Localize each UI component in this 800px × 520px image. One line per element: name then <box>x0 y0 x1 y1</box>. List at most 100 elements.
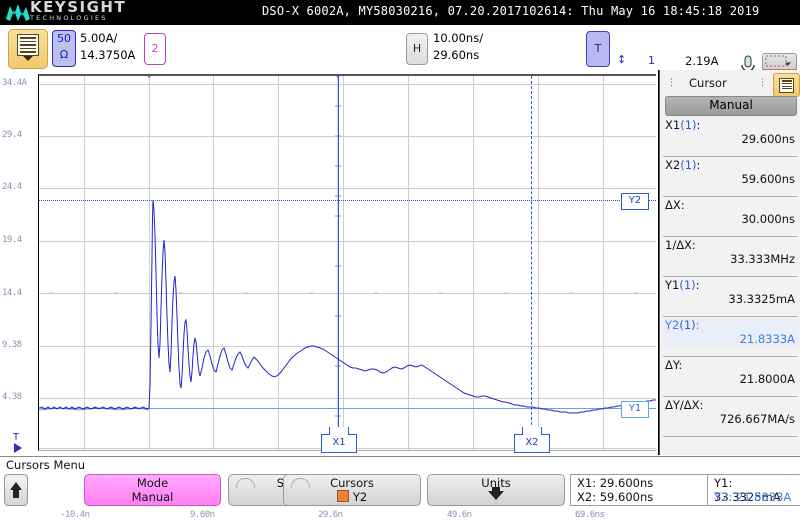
cursor-row-y2-value: 21.8333A <box>663 332 799 346</box>
cursor-x1-flag[interactable]: X1 <box>321 434 357 453</box>
horizontal-button[interactable]: H <box>406 33 428 65</box>
y-tick-2: 24.4 <box>2 182 22 192</box>
cursor-row-y2-label: Y2(1): <box>663 318 799 332</box>
hamburger-menu-icon <box>17 34 39 56</box>
cursor-row-x2-label: X2(1): <box>663 158 799 172</box>
divider-1 <box>663 156 797 157</box>
cursor-row-y2: Y2(1): 21.8333A <box>663 318 799 346</box>
cursor-color-swatch-icon <box>337 490 349 502</box>
cursor-row-x2: X2(1): 59.600ns <box>663 158 799 186</box>
drag-grip-icon-right[interactable]: ⋮ <box>758 78 768 88</box>
trigger-source-value: 1 <box>648 54 655 67</box>
menu-up-button[interactable] <box>4 474 28 506</box>
cursor-y2-flag[interactable]: Y2 <box>621 193 649 210</box>
cursor-row-dy-value: 21.8000A <box>663 372 799 386</box>
cursor-row-invdx-value: 33.333MHz <box>663 252 799 266</box>
brand-primary: KEYSIGHT <box>30 1 126 14</box>
impedance-value: 50 <box>53 31 75 47</box>
cursor-row-x1-label: X1(1): <box>663 118 799 132</box>
toolbar: 50 Ω 5.00A/ 14.3750A 2 H 10.00ns/ 29.60n… <box>0 25 800 71</box>
channel1-impedance-badge[interactable]: 50 Ω <box>52 30 76 67</box>
oscilloscope-screen: KEYSIGHT TECHNOLOGIES DSO-X 6002A, MY580… <box>0 0 800 506</box>
y-tick-0: 34.4A <box>2 78 27 88</box>
softkey-mode-label: Mode <box>85 476 220 490</box>
softkey-cursors-value-text: Y2 <box>353 490 367 504</box>
readout-x1: X1: 29.600ns <box>577 476 653 490</box>
down-arrow-icon <box>488 491 504 500</box>
cursor-row-slope-value: 726.667MA/s <box>663 412 799 426</box>
vertical-scale: 5.00A/ <box>80 30 135 47</box>
channel2-label: 2 <box>152 42 159 55</box>
cursor-x2-flag[interactable]: X2 <box>514 434 550 453</box>
readout-x-cursors: X1: 29.600ns X2: 59.600ns <box>570 474 709 506</box>
x-tick-0: -10.4n <box>60 510 90 520</box>
y-tick-6: 4.38 <box>2 392 22 402</box>
capture-area-icon <box>763 54 796 69</box>
waveform-trace <box>39 76 656 450</box>
cursor-row-x2-value: 59.600ns <box>663 172 799 186</box>
horizontal-label: H <box>413 42 421 55</box>
plot-area[interactable]: Y2 Y1 <box>38 74 656 451</box>
channel1-scale-readout[interactable]: 5.00A/ 14.3750A <box>80 30 135 64</box>
cursor-row-dx-value: 30.000ns <box>663 212 799 226</box>
cursor-row-x1-value: 29.600ns <box>663 132 799 146</box>
cursor-row-y1-value: 33.3325mA <box>663 292 799 306</box>
channel2-badge[interactable]: 2 <box>144 33 166 65</box>
up-arrow-stem <box>13 490 19 498</box>
cursor-row-y1-label: Y1(1): <box>663 278 799 292</box>
divider-3 <box>663 236 797 237</box>
updown-arrow-icon: ↕ <box>617 53 626 66</box>
divider-2 <box>663 196 797 197</box>
trigger-label: T <box>595 42 602 55</box>
trigger-button[interactable]: T <box>586 31 610 67</box>
cursor-row-dy-label: ΔY: <box>663 358 799 372</box>
cursor-row-slope-label: ΔY/ΔX: <box>663 398 799 412</box>
cursor-row-dx-label: ΔX: <box>663 198 799 212</box>
cursor-y1-flag[interactable]: Y1 <box>621 401 649 418</box>
y-tick-1: 29.4 <box>2 130 22 140</box>
drag-grip-icon-left[interactable]: ⋮ <box>667 78 677 88</box>
instrument-info: DSO-X 6002A, MY58030216, 07.20.201710261… <box>262 4 759 18</box>
brand-text: KEYSIGHT TECHNOLOGIES <box>30 1 126 22</box>
softkey-mode[interactable]: Mode Manual <box>84 474 221 506</box>
cursor-row-invdx-label: 1/ΔX: <box>663 238 799 252</box>
readout-y-cursors: Y1: 33.3325mA Y2: 21.8333A <box>707 474 800 506</box>
impedance-unit: Ω <box>53 47 75 63</box>
timebase-delay: 29.60ns <box>433 47 483 64</box>
cursor-row-slope: ΔY/ΔX: 726.667MA/s <box>663 398 799 426</box>
x-tick-2: 29.6n <box>318 510 343 520</box>
bottom-menu-bar: Cursors Menu Mode Manual Source 1 <box>0 456 800 507</box>
y-tick-5: 9.38 <box>2 340 22 350</box>
cursor-panel-title: Cursor <box>689 76 727 90</box>
x-tick-3: 49.6n <box>447 510 472 520</box>
divider-4 <box>663 276 797 277</box>
main-menu-button[interactable] <box>8 29 48 69</box>
timebase-scale: 10.00ns/ <box>433 30 483 47</box>
title-bar: KEYSIGHT TECHNOLOGIES DSO-X 6002A, MY580… <box>0 0 800 25</box>
vertical-offset: 14.3750A <box>80 47 135 64</box>
trigger-level-marker-label: T <box>13 432 19 443</box>
divider-5 <box>663 316 797 317</box>
cursor-row-invdx: 1/ΔX: 33.333MHz <box>663 238 799 266</box>
softkey-units[interactable]: Units <box>427 474 565 506</box>
cursor-row-dx: ΔX: 30.000ns <box>663 198 799 226</box>
readout-y2: Y2: 21.8333A <box>714 490 791 504</box>
cursor-row-x1: X1(1): 29.600ns <box>663 118 799 146</box>
waveform-display[interactable]: 34.4A 29.4 24.4 19.4 14.4 9.38 4.38 -10.… <box>0 70 659 455</box>
divider-6 <box>663 356 797 357</box>
divider-8 <box>663 436 797 437</box>
cursor-panel-header: ⋮ Cursor ⋮ <box>663 72 798 94</box>
panel-menu-icon[interactable] <box>773 73 800 97</box>
cursor-mode-button[interactable]: Manual <box>665 96 797 116</box>
chevron-down-icon <box>23 56 33 61</box>
trigger-level-marker-icon <box>14 443 22 453</box>
softkey-cursors[interactable]: Cursors Y2 <box>283 474 421 506</box>
up-arrow-icon <box>10 482 22 490</box>
cursor-row-dy: ΔY: 21.8000A <box>663 358 799 386</box>
y-tick-3: 19.4 <box>2 235 22 245</box>
x-tick-1: 9.60n <box>190 510 215 520</box>
timebase-readout[interactable]: 10.00ns/ 29.60ns <box>433 30 483 64</box>
menu-title: Cursors Menu <box>6 458 85 472</box>
readout-x2: X2: 59.600ns <box>577 490 653 504</box>
trigger-level-value: 2.19A <box>685 54 718 68</box>
